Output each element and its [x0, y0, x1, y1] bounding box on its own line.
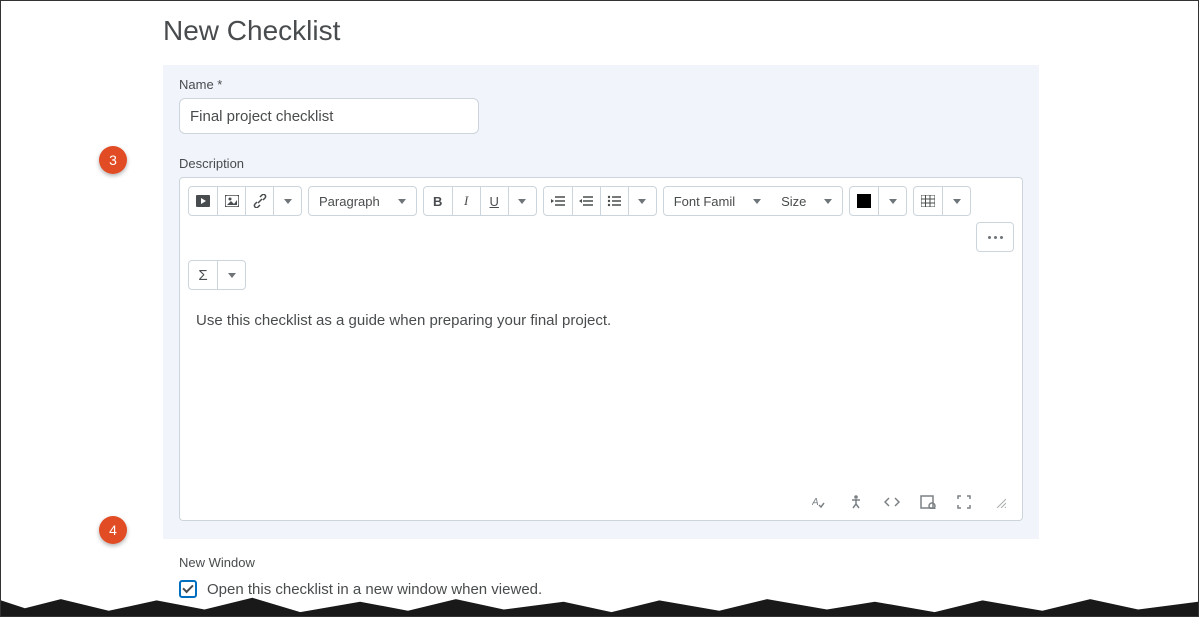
- chevron-down-icon: [824, 199, 832, 204]
- text-color-button[interactable]: [850, 187, 878, 215]
- accessibility-icon[interactable]: [848, 494, 864, 510]
- font-size-select[interactable]: Size: [771, 187, 842, 215]
- table-dropdown[interactable]: [942, 187, 970, 215]
- format-select[interactable]: Paragraph: [309, 187, 416, 215]
- name-label: Name *: [179, 77, 1023, 92]
- chevron-down-icon: [753, 199, 761, 204]
- equation-dropdown[interactable]: [217, 261, 245, 289]
- editor-body[interactable]: Use this checklist as a guide when prepa…: [180, 298, 1022, 488]
- color-dropdown[interactable]: [878, 187, 906, 215]
- insert-media-button[interactable]: [189, 187, 217, 215]
- open-new-window-text: Open this checklist in a new window when…: [207, 581, 542, 598]
- insert-table-button[interactable]: [914, 187, 942, 215]
- underline-button[interactable]: U: [480, 187, 508, 215]
- svg-text:A: A: [812, 497, 819, 508]
- editor-toolbar-row2: Σ: [180, 260, 1022, 298]
- outdent-button[interactable]: [572, 187, 600, 215]
- rich-text-editor: Paragraph B I U: [179, 177, 1023, 521]
- spellcheck-icon[interactable]: A: [812, 494, 828, 510]
- indent-button[interactable]: [544, 187, 572, 215]
- new-window-label: New Window: [179, 555, 1023, 570]
- chevron-down-icon: [398, 199, 406, 204]
- form-section: Name * Description: [163, 65, 1039, 539]
- preview-icon[interactable]: [920, 494, 936, 510]
- resize-handle-icon[interactable]: [992, 494, 1008, 510]
- new-window-section: New Window Open this checklist in a new …: [163, 539, 1039, 617]
- more-actions-button[interactable]: [976, 222, 1014, 252]
- step-badge-3: 3: [99, 146, 127, 174]
- description-label: Description: [179, 156, 1023, 171]
- html-source-icon[interactable]: [884, 494, 900, 510]
- equation-button[interactable]: Σ: [189, 261, 217, 289]
- checkmark-icon: [182, 582, 193, 593]
- bullet-list-button[interactable]: [600, 187, 628, 215]
- fullscreen-icon[interactable]: [956, 494, 972, 510]
- font-size-label: Size: [781, 194, 806, 209]
- step-badge-4: 4: [99, 516, 127, 544]
- name-input[interactable]: [179, 98, 479, 134]
- bold-button[interactable]: B: [424, 187, 452, 215]
- font-family-select[interactable]: Font Famil: [664, 187, 771, 215]
- insert-image-button[interactable]: [217, 187, 245, 215]
- media-dropdown[interactable]: [273, 187, 301, 215]
- editor-toolbar: Paragraph B I U: [180, 178, 1022, 260]
- page-title: New Checklist: [163, 15, 1198, 47]
- text-style-dropdown[interactable]: [508, 187, 536, 215]
- list-dropdown[interactable]: [628, 187, 656, 215]
- italic-button[interactable]: I: [452, 187, 480, 215]
- editor-footer: A: [180, 488, 1022, 520]
- font-family-label: Font Famil: [674, 194, 735, 209]
- open-new-window-checkbox[interactable]: [179, 580, 197, 598]
- insert-link-button[interactable]: [245, 187, 273, 215]
- format-select-label: Paragraph: [319, 194, 380, 209]
